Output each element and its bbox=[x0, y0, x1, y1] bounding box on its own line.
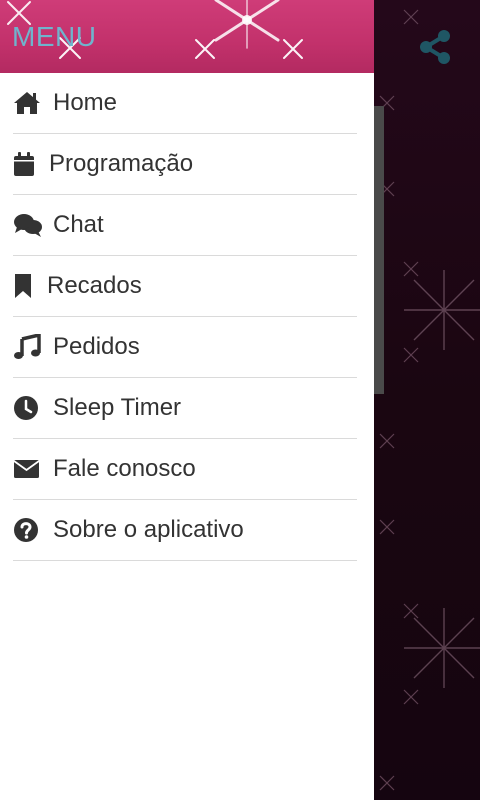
menu-item-label: Pedidos bbox=[53, 333, 140, 360]
menu-item-label: Sobre o aplicativo bbox=[53, 516, 244, 543]
menu-item-fale-conosco[interactable]: Fale conosco bbox=[13, 439, 357, 500]
clock-icon bbox=[13, 394, 43, 422]
menu-title: MENU bbox=[12, 21, 97, 52]
drawer-header: MENU bbox=[0, 0, 374, 73]
bookmark-icon bbox=[13, 272, 37, 300]
home-icon bbox=[13, 89, 43, 117]
menu-item-chat[interactable]: Chat bbox=[13, 195, 357, 256]
menu-item-sobre[interactable]: Sobre o aplicativo bbox=[13, 500, 357, 561]
menu-item-recados[interactable]: Recados bbox=[13, 256, 357, 317]
navigation-drawer: MENU Home Programação Chat Recados Pedid… bbox=[0, 0, 374, 800]
menu-item-sleep-timer[interactable]: Sleep Timer bbox=[13, 378, 357, 439]
menu-item-label: Fale conosco bbox=[53, 455, 196, 482]
background-sparkles bbox=[379, 9, 480, 791]
calendar-icon bbox=[13, 150, 39, 178]
menu-item-label: Home bbox=[53, 89, 118, 116]
chat-icon bbox=[13, 211, 43, 239]
menu-item-pedidos[interactable]: Pedidos bbox=[13, 317, 357, 378]
menu-item-home[interactable]: Home bbox=[13, 73, 357, 134]
menu-item-label: Sleep Timer bbox=[53, 394, 182, 421]
envelope-icon bbox=[13, 455, 43, 483]
menu-list: Home Programação Chat Recados Pedidos Sl… bbox=[0, 73, 374, 561]
share-icon bbox=[420, 30, 450, 64]
share-button[interactable] bbox=[416, 28, 454, 66]
menu-item-label: Programação bbox=[49, 150, 194, 177]
music-note-icon bbox=[13, 333, 43, 361]
question-circle-icon bbox=[13, 516, 43, 544]
menu-item-label: Recados bbox=[47, 272, 142, 299]
menu-item-label: Chat bbox=[53, 211, 104, 238]
app-screen: MENU Home Programação Chat Recados Pedid… bbox=[0, 0, 480, 800]
menu-item-programacao[interactable]: Programação bbox=[13, 134, 357, 195]
scrollbar[interactable] bbox=[374, 106, 384, 394]
